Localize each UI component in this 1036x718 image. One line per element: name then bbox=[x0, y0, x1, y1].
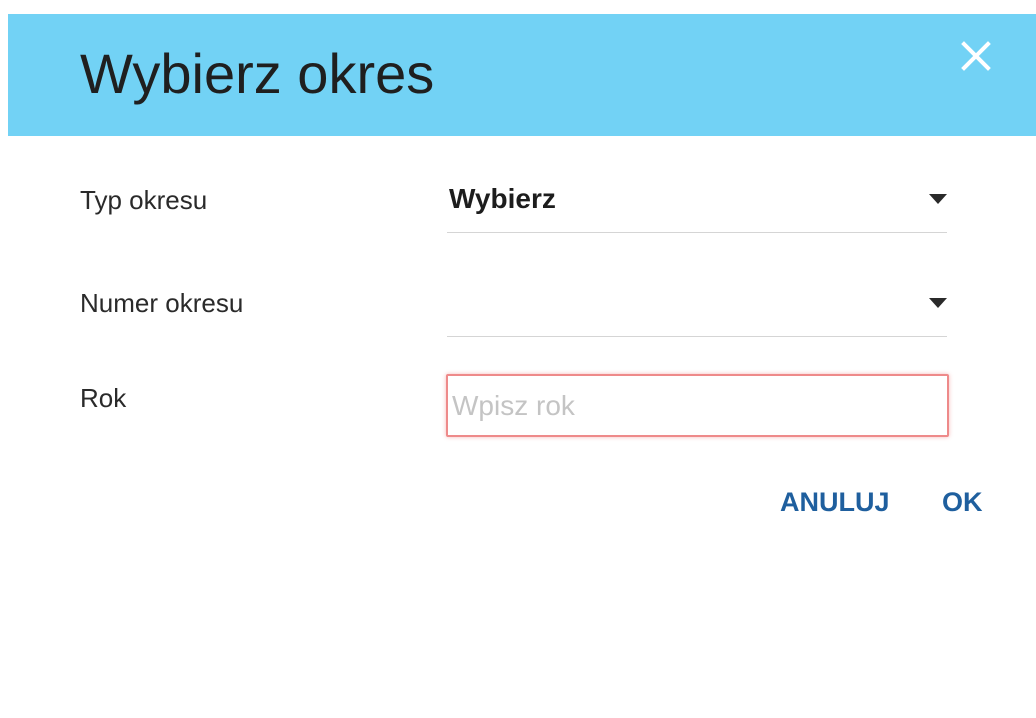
select-period-dialog: Wybierz okres Typ okresu Wybierz Numer o… bbox=[0, 0, 1036, 718]
dialog-title: Wybierz okres bbox=[80, 42, 435, 105]
ok-button[interactable]: OK bbox=[942, 485, 983, 519]
year-label: Rok bbox=[80, 383, 127, 413]
chevron-down-icon bbox=[929, 298, 947, 308]
cancel-button[interactable]: ANULUJ bbox=[780, 485, 890, 519]
period-type-value: Wybierz bbox=[449, 183, 556, 214]
close-icon bbox=[961, 41, 991, 71]
chevron-down-icon bbox=[929, 194, 947, 204]
period-type-select[interactable]: Wybierz bbox=[447, 182, 947, 233]
year-input[interactable] bbox=[446, 374, 949, 437]
period-type-label: Typ okresu bbox=[80, 185, 208, 215]
period-number-label: Numer okresu bbox=[80, 288, 244, 318]
dialog-header: Wybierz okres bbox=[8, 14, 1036, 136]
period-number-select[interactable] bbox=[447, 286, 947, 337]
close-button[interactable] bbox=[956, 36, 996, 76]
